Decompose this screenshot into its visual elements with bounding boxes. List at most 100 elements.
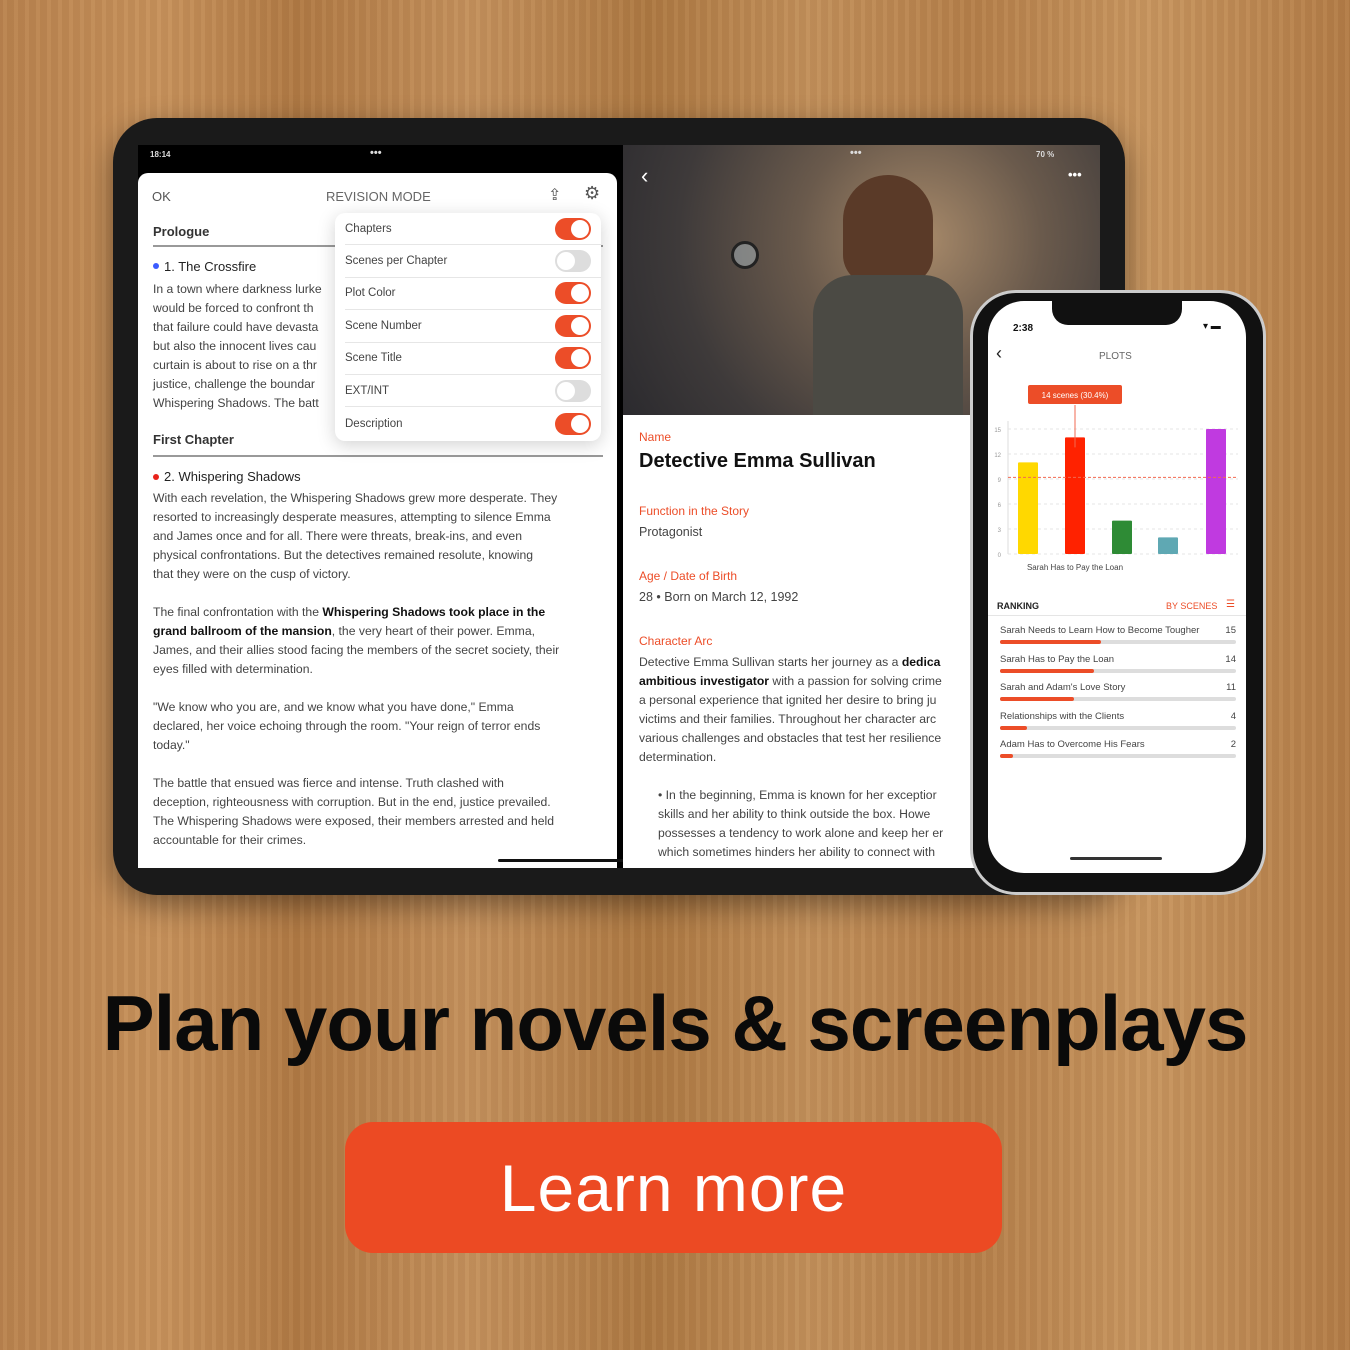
text-line: "We know who you are, and we know what y…	[153, 700, 514, 714]
plot-name: Sarah Has to Pay the Loan	[1000, 653, 1115, 665]
bar-4	[1206, 429, 1226, 554]
toggle-switch[interactable]	[555, 282, 591, 305]
setting-row: Description	[345, 407, 601, 439]
progress-fill	[1000, 754, 1014, 758]
status-battery: 70 %	[1036, 150, 1055, 159]
status-time: 18:14	[150, 150, 171, 159]
text-line: and James once and for all. There were t…	[153, 529, 522, 543]
text: , the very heart of their power. Emma,	[331, 624, 535, 638]
text-line: • In the beginning, Emma is known for he…	[658, 788, 937, 802]
ok-button[interactable]: OK	[152, 189, 171, 204]
ranking-item[interactable]: Sarah Has to Pay the Loan 14	[1000, 653, 1236, 673]
text: The final confrontation with the	[153, 605, 323, 619]
progress-fill	[1000, 697, 1075, 701]
gear-icon[interactable]: ⚙	[584, 183, 600, 204]
scene-count: 14	[1225, 653, 1236, 665]
scene-count: 2	[1230, 739, 1236, 750]
plot-color-dot	[153, 263, 159, 269]
divider	[153, 455, 603, 457]
text-line: James, and their allies stood facing the…	[153, 643, 560, 657]
bold-text: Whispering Shadows took place in the	[322, 605, 546, 619]
back-chevron-icon[interactable]: ‹	[641, 163, 648, 189]
bar-3	[1158, 537, 1178, 554]
text-line: various challenges and obstacles that te…	[639, 731, 942, 745]
share-icon[interactable]: ⇪	[548, 185, 561, 205]
y-tick-label: 0	[998, 553, 1002, 559]
settings-popover: Chapters Scenes per Chapter Plot Color Scen…	[335, 213, 601, 441]
scene-description: With each revelation, the Whispering Sha…	[153, 489, 559, 850]
text-line: In a town where darkness lurke	[153, 282, 322, 296]
text-line: curtain is about to rise on a thr	[153, 358, 317, 372]
text-line: today."	[153, 738, 190, 752]
y-tick-label: 6	[998, 503, 1002, 509]
arc-text: Detective Emma Sullivan starts her journ…	[639, 653, 943, 862]
text-line: declared, her voice echoing through the …	[153, 719, 541, 733]
toggle-switch[interactable]	[555, 217, 591, 240]
scene-description: In a town where darkness lurke would be …	[153, 280, 322, 413]
portrait-coat	[813, 275, 963, 415]
text-line: The Whispering Shadows were exposed, the…	[153, 814, 555, 828]
ranking-item[interactable]: Relationships with the Clients 4	[1000, 711, 1236, 730]
setting-label: EXT/INT	[345, 384, 390, 397]
divider	[988, 615, 1246, 616]
portrait-figure	[843, 175, 933, 285]
text-line: would be forced to confront th	[153, 301, 314, 315]
ranking-item[interactable]: Sarah and Adam's Love Story 11	[1000, 682, 1236, 701]
progress-bar	[1000, 697, 1236, 701]
multitask-dots-icon-right[interactable]: •••	[850, 147, 862, 159]
filter-icon[interactable]: ☰	[1226, 599, 1235, 610]
setting-row: EXT/INT	[345, 375, 601, 408]
page-title: REVISION MODE	[326, 189, 431, 204]
text-line: but also the innocent lives cau	[153, 339, 317, 353]
plot-color-dot	[153, 474, 159, 480]
age-value: 28 • Born on March 12, 1992	[639, 590, 799, 604]
bar-2	[1112, 520, 1132, 554]
text-line: victims and their families. Throughout h…	[639, 712, 937, 726]
text-line: deception, righteousness with corruption…	[153, 795, 551, 809]
plot-name: Sarah and Adam's Love Story	[1000, 682, 1126, 693]
learn-more-button[interactable]: Learn more	[345, 1122, 1002, 1253]
progress-bar	[1000, 725, 1236, 730]
y-tick-label: 15	[994, 428, 1001, 434]
setting-row: Chapters	[345, 213, 601, 246]
text-line: skills and her ability to think outside …	[658, 807, 931, 821]
home-indicator[interactable]	[1070, 857, 1162, 860]
toggle-switch[interactable]	[555, 314, 591, 337]
ranking-item[interactable]: Adam Has to Overcome His Fears 2	[1000, 739, 1236, 758]
chapter-first: First Chapter	[153, 432, 234, 447]
sort-by-scenes-button[interactable]: BY SCENES	[1166, 601, 1217, 611]
ranking-label: RANKING	[997, 601, 1039, 611]
setting-row: Plot Color	[345, 278, 601, 311]
multitask-dots-icon[interactable]: •••	[370, 147, 382, 159]
setting-label: Scene Title	[345, 352, 402, 365]
name-label: Name	[639, 430, 672, 444]
toggle-switch[interactable]	[555, 250, 591, 273]
headline: Plan your novels & screenplays	[102, 979, 1249, 1067]
ranking-item[interactable]: Sarah Needs to Learn How to Become Tough…	[1000, 625, 1236, 644]
text-line: physical confrontations. But the detecti…	[153, 548, 534, 562]
progress-bar	[1000, 640, 1236, 644]
toggle-switch[interactable]	[555, 347, 591, 370]
toggle-switch[interactable]	[555, 412, 591, 435]
setting-row: Scenes per Chapter	[345, 245, 601, 278]
more-options-icon[interactable]: •••	[1068, 167, 1082, 182]
toggle-switch[interactable]	[555, 379, 591, 402]
age-label: Age / Date of Birth	[639, 569, 738, 583]
arc-label: Character Arc	[639, 634, 713, 648]
bold-text: ambitious investigator	[639, 674, 770, 688]
setting-label: Description	[345, 417, 403, 430]
scene-count: 11	[1226, 682, 1236, 693]
text-line: With each revelation, the Whispering Sha…	[153, 491, 558, 505]
y-tick-label: 9	[998, 478, 1002, 484]
setting-label: Plot Color	[345, 287, 396, 300]
revision-mode-pane: OK REVISION MODE ⇪ ⚙ Prologue 1. The Cro…	[138, 173, 617, 868]
scene-title: 1. The Crossfire	[164, 259, 257, 274]
text: with a passion for solving crime	[769, 674, 942, 688]
phone-device: 2:38 ▾ ▬ ‹ PLOTS 0 3 6 9 12 15 14 scenes (30.4…	[970, 290, 1266, 895]
progress-bar	[1000, 754, 1236, 758]
chapter-prologue: Prologue	[153, 224, 210, 239]
x-axis-label: Sarah Has to Pay the Loan	[1027, 563, 1123, 572]
setting-label: Scenes per Chapter	[345, 255, 448, 268]
progress-bar	[1000, 668, 1236, 673]
function-value: Protagonist	[639, 525, 703, 539]
